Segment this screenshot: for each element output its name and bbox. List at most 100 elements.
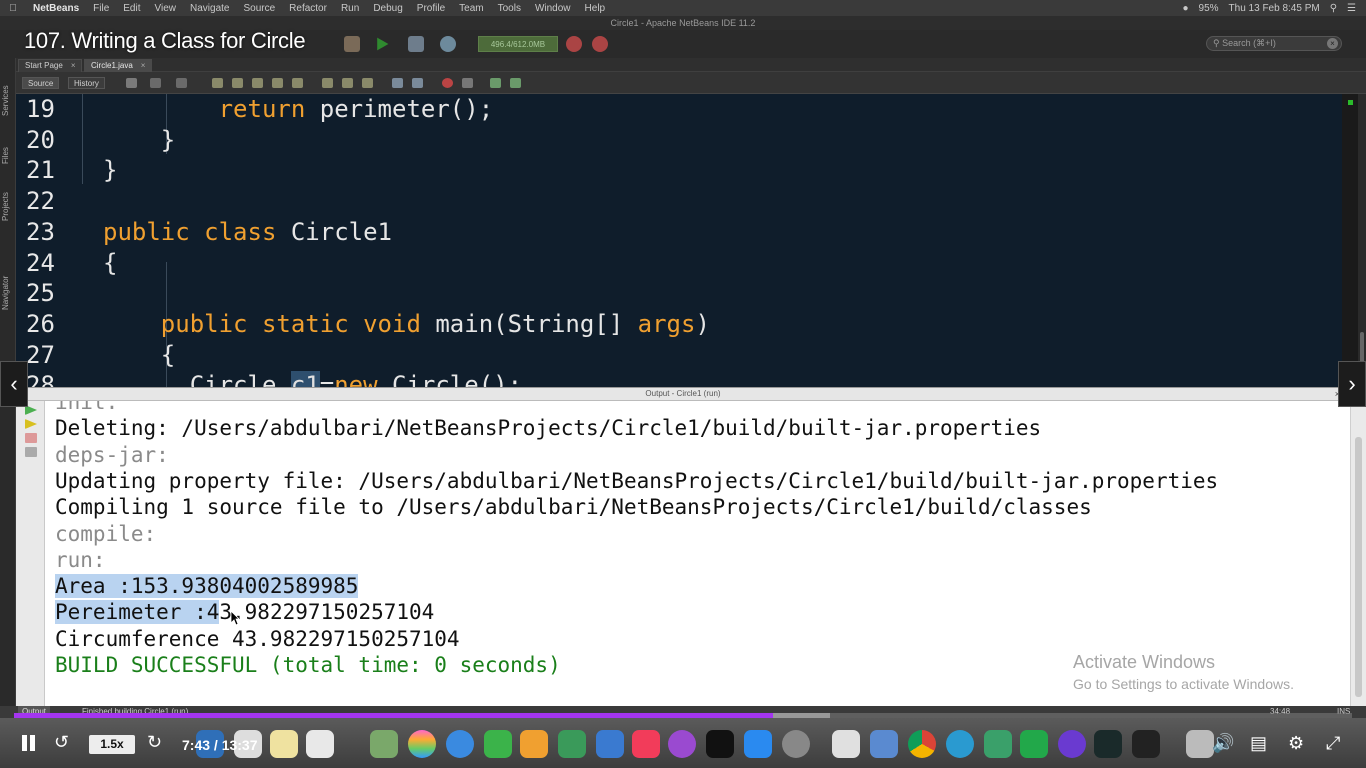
battery-percent[interactable]: 95% [1199,3,1219,14]
back-icon[interactable] [150,78,161,88]
clean-build-icon[interactable] [344,36,360,52]
shift-right-icon[interactable] [412,78,423,88]
menu-team[interactable]: Team [452,3,490,14]
next-lecture-button[interactable]: › [1338,361,1366,407]
pause-button[interactable] [20,735,36,753]
editor-scrollbar[interactable] [1358,94,1366,387]
documents-folder-icon[interactable] [1186,730,1214,758]
menu-file[interactable]: File [86,3,116,14]
side-tab-files[interactable]: Files [1,138,15,174]
netbeans-icon[interactable] [984,730,1012,758]
ide-search-input[interactable]: ⚲ Search (⌘+I) × [1206,36,1342,51]
source-view-button[interactable]: Source [22,77,60,89]
toggle-highlight-icon[interactable] [272,78,283,88]
tab-circle1-java[interactable]: Circle1.java × [84,59,153,72]
find-icon[interactable] [212,78,223,88]
gc-icon[interactable] [566,36,582,52]
close-tab-icon[interactable]: × [141,61,146,70]
notification-center-icon[interactable]: ☰ [1347,3,1356,14]
menu-window[interactable]: Window [528,3,578,14]
output-scroll-thumb[interactable] [1355,437,1362,697]
run-icon[interactable] [377,37,389,51]
spotlight-icon[interactable]: ⚲ [1330,3,1337,14]
history-view-button[interactable]: History [68,77,105,89]
line-number: 24 [26,248,55,277]
forward-icon[interactable]: ↻ [147,731,169,753]
side-tab-navigator[interactable]: Navigator [1,266,15,320]
wifi-icon[interactable]: ● [1182,3,1188,14]
volume-icon[interactable]: 🔊 [1212,733,1234,754]
apple-icon[interactable]:  [0,3,26,14]
profile-icon[interactable] [440,36,456,52]
menu-refactor[interactable]: Refactor [282,3,334,14]
vpn-icon[interactable] [1058,730,1086,758]
tv-icon[interactable] [706,730,734,758]
stop-icon[interactable] [25,433,37,443]
xcode-icon[interactable] [870,730,898,758]
last-edit-icon[interactable] [126,78,137,88]
clear-search-icon[interactable]: × [1327,38,1338,49]
forward-icon[interactable] [176,78,187,88]
reminders-icon[interactable] [306,730,334,758]
menu-navigate[interactable]: Navigate [183,3,236,14]
code-editor[interactable]: 19 return perimeter(); 20 } 21} 22 23 public … [16,94,1350,387]
output-scrollbar[interactable] [1350,401,1366,706]
pause-gc-icon[interactable] [592,36,608,52]
chrome-icon[interactable] [908,730,936,758]
menu-clock[interactable]: Thu 13 Feb 8:45 PM [1229,3,1320,14]
start-macro-icon[interactable] [442,78,453,88]
side-tab-projects[interactable]: Projects [1,182,15,232]
maps-icon[interactable] [370,730,398,758]
photos-icon[interactable] [408,730,436,758]
debug-icon[interactable] [408,36,424,52]
memory-indicator[interactable]: 496.4/612.0MB [478,36,558,52]
rewind-icon[interactable]: ↺ [54,731,76,753]
settings-gear-icon[interactable]: ⚙ [1288,733,1304,754]
app-store-icon[interactable] [744,730,772,758]
comment-icon[interactable] [490,78,501,88]
activity-monitor-icon[interactable] [1094,730,1122,758]
prev-bookmark-icon[interactable] [322,78,333,88]
transcript-icon[interactable]: ▤ [1250,733,1267,754]
menu-help[interactable]: Help [578,3,613,14]
find-previous-icon[interactable] [232,78,243,88]
close-tab-icon[interactable]: × [71,61,76,70]
menu-app-name[interactable]: NetBeans [26,3,86,14]
playback-speed-button[interactable]: 1.5x [89,735,135,754]
clion-icon[interactable] [1020,730,1048,758]
menu-debug[interactable]: Debug [366,3,409,14]
fullscreen-icon[interactable]: ⤢ [1326,733,1340,754]
pages-icon[interactable] [520,730,548,758]
menu-run[interactable]: Run [334,3,366,14]
messages-icon[interactable] [446,730,474,758]
menu-profile[interactable]: Profile [410,3,452,14]
uncomment-icon[interactable] [510,78,521,88]
notes-icon[interactable] [270,730,298,758]
word-icon[interactable] [946,730,974,758]
previous-lecture-button[interactable]: ‹ [0,361,28,407]
find-next-icon[interactable] [252,78,263,88]
tab-start-page[interactable]: Start Page × [18,59,83,72]
music-icon[interactable] [632,730,660,758]
next-bookmark-icon[interactable] [342,78,353,88]
system-preferences-icon[interactable] [782,730,810,758]
settings-icon[interactable] [25,447,37,457]
menu-source[interactable]: Source [236,3,282,14]
podcasts-icon[interactable] [668,730,696,758]
keynote-icon[interactable] [596,730,624,758]
menu-edit[interactable]: Edit [116,3,147,14]
menu-view[interactable]: View [148,3,184,14]
textedit-icon[interactable] [832,730,860,758]
terminal-icon[interactable] [1132,730,1160,758]
code-token: } [103,156,118,185]
shift-left-icon[interactable] [392,78,403,88]
facetime-icon[interactable] [484,730,512,758]
toggle-rectangular-icon[interactable] [292,78,303,88]
side-tab-services[interactable]: Services [1,76,15,126]
toggle-bookmark-icon[interactable] [362,78,373,88]
rerun-with-params-icon[interactable] [25,419,37,429]
stop-macro-icon[interactable] [462,78,473,88]
numbers-icon[interactable] [558,730,586,758]
menu-tools[interactable]: Tools [491,3,528,14]
